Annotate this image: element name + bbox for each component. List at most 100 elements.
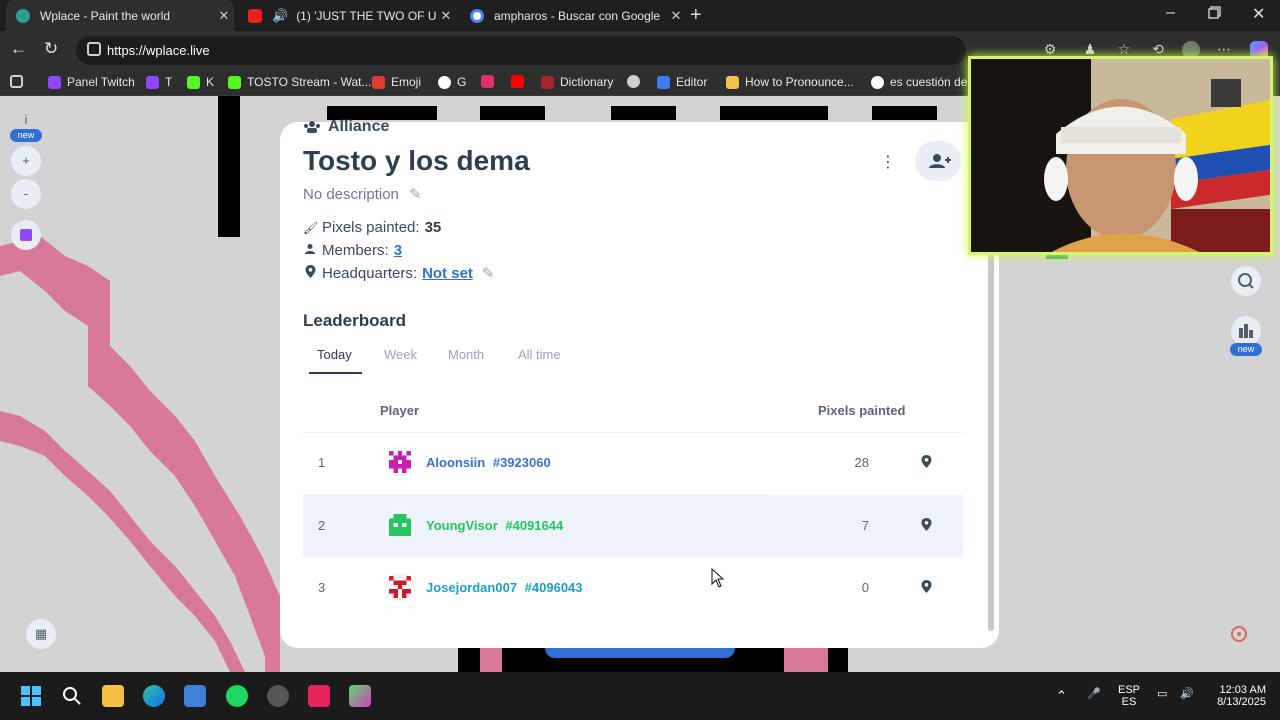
leaderboard-button[interactable] — [1231, 316, 1261, 346]
bookmark-folder[interactable] — [10, 75, 29, 88]
address-bar[interactable]: https://wplace.live — [76, 36, 966, 65]
rank: 2 — [318, 518, 326, 533]
search-icon — [1238, 273, 1254, 289]
speaker-icon[interactable]: 🔊 — [272, 8, 288, 24]
bookmark-item[interactable] — [627, 75, 646, 88]
bookmark-item[interactable]: Panel Twitch — [48, 75, 135, 89]
favorites-icon[interactable]: ☆ — [1116, 41, 1132, 57]
members-link[interactable]: 3 — [394, 242, 402, 259]
bookmark-item[interactable]: Emoji — [372, 75, 421, 89]
canvas-pixel-block — [720, 106, 828, 120]
bookmark-item[interactable]: Editor — [657, 75, 707, 89]
clock[interactable]: 12:03 AM 8/13/2025 — [1206, 684, 1266, 708]
close-icon[interactable]: ✕ — [436, 8, 456, 24]
stat-members: Members: 3 — [303, 242, 402, 259]
kick-icon — [187, 75, 200, 89]
table-row[interactable]: 2 YoungVisor #4091644 7 — [303, 495, 963, 557]
player-name[interactable]: YoungVisor #4091644 — [426, 518, 563, 533]
edit-description-icon[interactable]: ✎ — [409, 186, 422, 203]
location-pin-icon[interactable] — [921, 455, 932, 473]
tab-week[interactable]: Week — [384, 347, 417, 362]
canvas-pink-stroke — [0, 236, 280, 672]
microphone-icon[interactable]: 🎤 — [1087, 687, 1101, 700]
minimize-icon[interactable]: – — [1166, 4, 1175, 22]
twitch-icon — [48, 75, 61, 89]
more-options-button[interactable]: ⋮ — [880, 152, 896, 172]
headquarters-link[interactable]: Not set — [422, 265, 473, 282]
pixels-value: 7 — [861, 518, 869, 533]
spotify-icon[interactable] — [226, 685, 248, 707]
canvas-pixel-block — [872, 106, 937, 120]
tab-all-time[interactable]: All time — [518, 347, 561, 362]
new-badge: new — [10, 129, 42, 142]
tab-wplace[interactable]: Wplace - Paint the world ✕ — [6, 0, 234, 31]
tab-google[interactable]: ampharos - Buscar con Google ✕ — [460, 0, 686, 31]
volume-icon[interactable]: 🔊 — [1180, 687, 1194, 700]
windows-start-icon[interactable] — [20, 685, 42, 707]
extensions-icon[interactable]: ⚙ — [1042, 41, 1058, 57]
back-icon[interactable]: ← — [10, 39, 27, 59]
player-name[interactable]: Aloonsiin #3923060 — [426, 455, 551, 470]
alliance-section-label: Alliance — [303, 118, 389, 136]
refresh-icon[interactable]: ↻ — [44, 39, 58, 59]
close-icon[interactable]: ✕ — [666, 8, 686, 24]
leaderboard-title: Leaderboard — [303, 311, 406, 330]
instagram-icon — [481, 75, 494, 88]
group-icon — [304, 121, 320, 133]
network-icon[interactable]: ▭ — [1157, 687, 1167, 700]
more-menu-icon[interactable]: ⋯ — [1216, 41, 1232, 57]
notepad-icon[interactable] — [184, 685, 206, 707]
tab-month[interactable]: Month — [448, 347, 484, 362]
screen: Wplace - Paint the world ✕ 🔊 (1) 'JUST T… — [0, 0, 1280, 720]
language-indicator[interactable]: ESP ES — [1118, 684, 1140, 708]
app-icon[interactable] — [349, 685, 371, 707]
paint-button[interactable] — [545, 648, 735, 658]
bookmark-item[interactable]: K — [187, 75, 214, 89]
tiktok-icon[interactable] — [308, 685, 330, 707]
obs-icon[interactable] — [267, 685, 289, 707]
bookmark-item[interactable] — [511, 75, 530, 88]
search-location-button[interactable] — [1231, 266, 1261, 296]
rank: 1 — [318, 455, 326, 470]
tab-title: Wplace - Paint the world — [40, 8, 171, 23]
tab-youtube[interactable]: 🔊 (1) 'JUST THE TWO OF US' (G ✕ — [238, 0, 456, 31]
gallery-button[interactable]: ▦ — [26, 619, 56, 649]
twitch-button[interactable] — [11, 220, 41, 250]
location-pin-icon[interactable] — [921, 580, 932, 598]
bookmark-item[interactable]: Dictionary — [541, 75, 613, 89]
player-name[interactable]: Josejordan007 #4096043 — [426, 580, 583, 595]
search-icon[interactable] — [61, 685, 83, 707]
table-row[interactable]: 3 Josejordan007 #4096043 0 — [303, 557, 963, 619]
zoom-out-button[interactable]: - — [11, 179, 41, 209]
bookmark-item[interactable] — [481, 75, 500, 88]
emoji-icon — [372, 75, 385, 89]
canvas-pixel-block — [784, 648, 828, 672]
location-pin-icon[interactable] — [921, 518, 932, 536]
close-window-icon[interactable]: ✕ — [1252, 4, 1265, 24]
bookmark-item[interactable]: TOSTO Stream - Wat... — [228, 75, 371, 89]
invite-member-button[interactable] — [915, 141, 961, 181]
pronounce-icon — [726, 75, 739, 89]
webcam-feed-image — [971, 59, 1270, 252]
alliance-name: Tosto y los dema — [303, 145, 530, 176]
avatar — [385, 447, 415, 477]
history-icon[interactable]: ⟲ — [1150, 41, 1166, 57]
chevron-up-icon[interactable]: ⌃ — [1056, 688, 1067, 704]
bookmark-item[interactable]: T — [146, 75, 172, 89]
close-icon[interactable]: ✕ — [214, 8, 234, 24]
table-row[interactable]: 1 Aloonsiin #3923060 28 — [303, 432, 963, 494]
zoom-in-button[interactable]: + — [11, 146, 41, 176]
edit-headquarters-icon[interactable]: ✎ — [482, 264, 495, 282]
browser-tab-bar: Wplace - Paint the world ✕ 🔊 (1) 'JUST T… — [0, 0, 1280, 31]
locate-button[interactable] — [1224, 619, 1254, 649]
tracking-icon[interactable]: ♟ — [1082, 41, 1098, 57]
bookmark-item[interactable]: G — [438, 75, 466, 89]
bookmark-item[interactable]: es cuestión de — [871, 75, 967, 89]
edge-icon[interactable] — [143, 685, 165, 707]
new-tab-button[interactable]: + — [690, 4, 702, 27]
file-explorer-icon[interactable] — [102, 685, 124, 707]
tab-today[interactable]: Today — [317, 347, 352, 362]
bookmark-item[interactable]: How to Pronounce... — [726, 75, 854, 89]
restore-icon[interactable] — [1208, 6, 1221, 24]
site-info-icon[interactable] — [87, 42, 101, 56]
